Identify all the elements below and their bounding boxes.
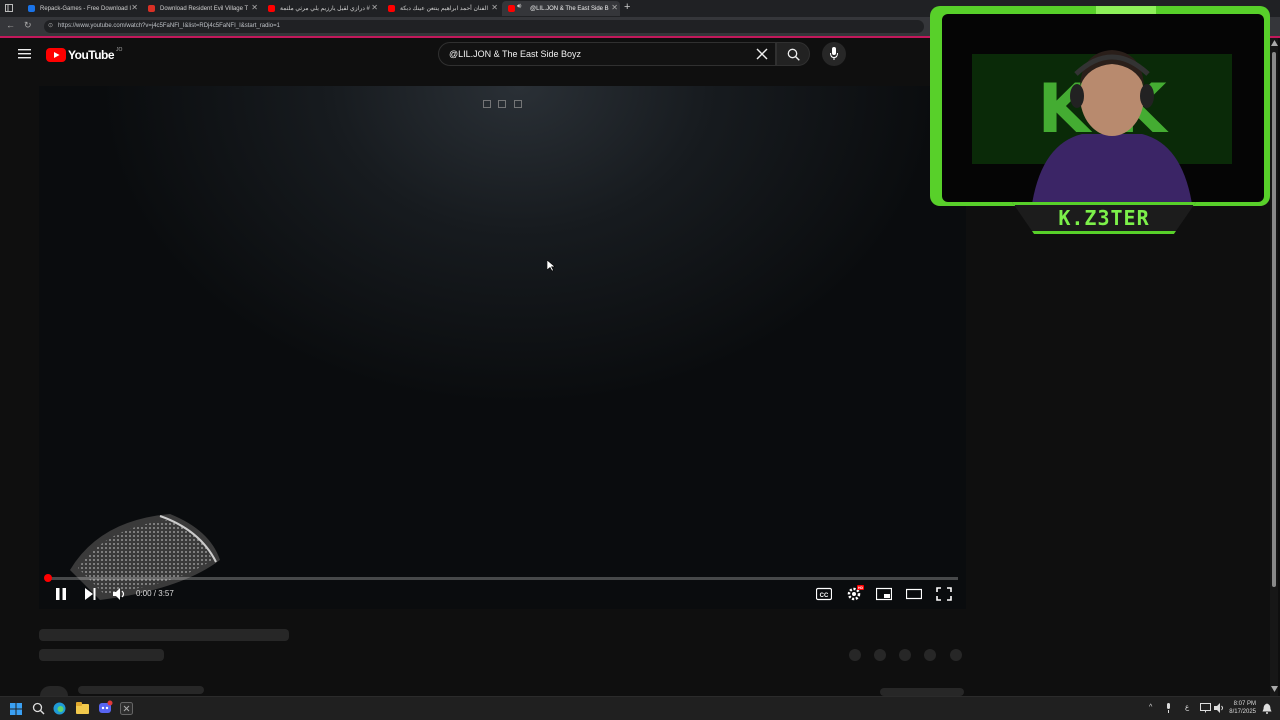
network-icon[interactable] bbox=[1200, 703, 1211, 713]
site-info-icon[interactable]: ⊙ bbox=[48, 20, 53, 33]
search-button[interactable] bbox=[776, 42, 810, 66]
tray-microphone-icon[interactable] bbox=[1165, 703, 1172, 714]
new-tab-icon[interactable]: + bbox=[624, 1, 630, 13]
tab-actions-icon[interactable] bbox=[5, 4, 13, 12]
windows-start-icon[interactable] bbox=[10, 703, 22, 715]
fullscreen-icon[interactable] bbox=[936, 587, 952, 601]
browser-tab-0[interactable]: Repack-Games - Free Download I ✕ bbox=[22, 1, 140, 16]
action-placeholder bbox=[899, 649, 911, 661]
browser-tab-1[interactable]: Download Resident Evil Village T ✕ bbox=[142, 1, 260, 16]
video-overlay-icons bbox=[483, 100, 522, 108]
tab-close-icon[interactable]: ✕ bbox=[611, 3, 618, 12]
volume-icon[interactable] bbox=[112, 587, 128, 601]
back-icon[interactable]: ← bbox=[6, 20, 15, 30]
svg-text:CC: CC bbox=[820, 593, 829, 599]
theater-mode-icon[interactable] bbox=[906, 587, 922, 601]
action-placeholder bbox=[849, 649, 861, 661]
channel-placeholder bbox=[78, 686, 204, 694]
tab-close-icon[interactable]: ✕ bbox=[371, 3, 378, 12]
youtube-logo[interactable]: YouTube JO bbox=[46, 46, 122, 64]
settings-gear-icon[interactable]: HD bbox=[846, 585, 864, 603]
button-placeholder bbox=[880, 688, 964, 696]
scroll-down-icon[interactable] bbox=[1271, 686, 1278, 692]
file-explorer-icon[interactable] bbox=[76, 702, 89, 714]
reload-icon[interactable]: ↻ bbox=[24, 20, 32, 31]
title-placeholder bbox=[39, 629, 289, 641]
search-value: @LIL.JON & The East Side Boyz bbox=[449, 49, 582, 59]
video-time-display: 0:00 / 3:57 bbox=[136, 589, 174, 598]
browser-tab-3[interactable]: الفنان أحمد ابراهيم ينتعن عينك دبكة ✕ bbox=[382, 1, 500, 16]
tab-close-icon[interactable]: ✕ bbox=[491, 3, 498, 12]
tab-favicon-icon bbox=[268, 5, 275, 12]
scroll-up-icon[interactable] bbox=[1271, 40, 1278, 46]
tab-favicon-icon bbox=[388, 5, 395, 12]
clear-search-icon[interactable] bbox=[756, 48, 768, 60]
speaker-icon[interactable] bbox=[1214, 703, 1225, 713]
youtube-logo-icon bbox=[46, 48, 66, 62]
clock-date: 8/17/2025 bbox=[1229, 709, 1256, 715]
voice-search-button[interactable] bbox=[822, 42, 846, 66]
youtube-logo-text: YouTube bbox=[68, 48, 115, 62]
tab-label: @LIL.JON & The East Side B bbox=[530, 5, 609, 12]
app-window-icon[interactable] bbox=[120, 702, 133, 715]
miniplayer-icon[interactable] bbox=[876, 587, 892, 601]
subtitles-icon[interactable]: CC bbox=[816, 587, 832, 601]
discord-app-icon[interactable] bbox=[98, 700, 113, 715]
url-input[interactable]: ⊙ https://www.youtube.com/watch?v=j4c5Fa… bbox=[44, 20, 924, 33]
next-icon[interactable] bbox=[83, 587, 97, 601]
tab-label: Download Resident Evil Village T bbox=[160, 5, 249, 12]
tab-close-icon[interactable]: ✕ bbox=[131, 3, 138, 12]
input-language[interactable]: ع bbox=[1185, 703, 1189, 711]
tab-label: درازي لقيل يارزيم يلي مرثي ملثمة # bbox=[280, 6, 370, 12]
mouse-cursor-icon bbox=[547, 260, 555, 272]
streamer-name-plate: K.Z3TER bbox=[1012, 202, 1196, 234]
webcam-feed: K K bbox=[942, 14, 1264, 202]
menu-icon[interactable] bbox=[18, 48, 31, 59]
notification-bell-icon[interactable] bbox=[1262, 703, 1272, 714]
page-scrollbar-thumb[interactable] bbox=[1272, 52, 1276, 587]
browser-tab-2[interactable]: درازي لقيل يارزيم يلي مرثي ملثمة # ✕ bbox=[262, 1, 380, 16]
search-input[interactable]: @LIL.JON & The East Side Boyz bbox=[438, 42, 776, 66]
microphone-icon bbox=[830, 47, 838, 60]
progress-scrubber-handle[interactable] bbox=[44, 574, 52, 582]
country-code: JO bbox=[116, 47, 123, 53]
system-clock[interactable]: 8:07 PM 8/17/2025 bbox=[1229, 700, 1256, 716]
browser-tab-4[interactable]: 🔊︎ @LIL.JON & The East Side B ✕ bbox=[502, 1, 620, 16]
video-progress-bar[interactable] bbox=[48, 577, 958, 580]
tray-chevron-icon[interactable]: ^ bbox=[1149, 704, 1152, 711]
tab-label: الفنان أحمد ابراهيم ينتعن عينك دبكة bbox=[400, 6, 489, 12]
tab-favicon-icon bbox=[508, 5, 515, 12]
tab-favicon-icon bbox=[148, 5, 155, 12]
action-placeholder bbox=[874, 649, 886, 661]
clock-time: 8:07 PM bbox=[1233, 701, 1256, 707]
action-placeholder bbox=[950, 649, 962, 661]
pause-icon[interactable] bbox=[54, 587, 68, 601]
tab-close-icon[interactable]: ✕ bbox=[251, 3, 258, 12]
windows-taskbar: ^ ع 8:07 PM 8/17/2025 bbox=[0, 696, 1280, 720]
frame-highlight bbox=[1096, 6, 1156, 14]
streamer-name: K.Z3TER bbox=[1058, 206, 1150, 230]
action-placeholder bbox=[924, 649, 936, 661]
url-text: https://www.youtube.com/watch?v=j4c5FaNF… bbox=[58, 23, 280, 29]
subtitle-placeholder bbox=[39, 649, 164, 661]
tab-audio-icon[interactable]: 🔊︎ bbox=[517, 3, 521, 11]
search-icon bbox=[787, 48, 800, 61]
taskbar-search-icon[interactable] bbox=[32, 702, 45, 715]
streamer-silhouette bbox=[1032, 50, 1192, 202]
tab-label: Repack-Games - Free Download I bbox=[40, 5, 132, 12]
edge-browser-icon[interactable] bbox=[53, 702, 66, 715]
tab-favicon-icon bbox=[28, 5, 35, 12]
avatar-placeholder bbox=[40, 686, 68, 696]
hd-badge: HD bbox=[858, 586, 864, 590]
